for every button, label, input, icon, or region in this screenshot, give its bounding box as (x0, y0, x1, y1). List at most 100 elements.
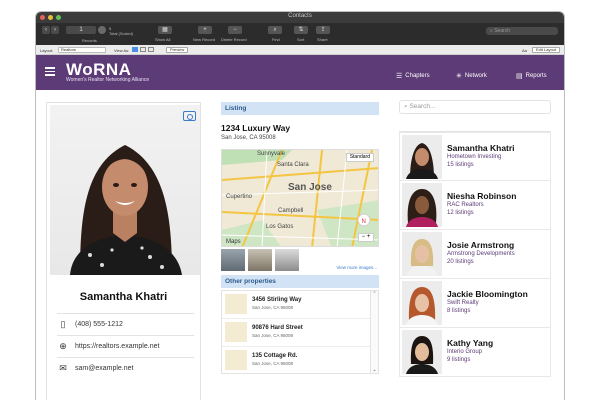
nav-network[interactable]: ✳ Network (456, 72, 487, 80)
view-more-images-link[interactable]: View more images... (336, 265, 377, 270)
list-item[interactable]: Josie Armstrong Armstrong Developments 2… (399, 230, 551, 279)
toolbar: ‹ › 1 5 Total (Sorted) Records ▦ Show Al… (36, 23, 564, 45)
people-list: Samantha Khatri Hometown Investing 15 li… (399, 131, 551, 377)
other-properties-list: 3456 Stirling Way San Jose, CA 95008 908… (221, 290, 379, 374)
record-number-field[interactable]: 1 (66, 26, 96, 34)
window-title: Contacts (288, 13, 312, 19)
phone-value: (408) 555-1212 (75, 321, 123, 328)
avatar (402, 183, 442, 227)
share-label: Share (317, 37, 328, 42)
person-listings: 9 listings (447, 357, 471, 363)
profile-name: Samantha Khatri (79, 291, 168, 303)
thumbnail-image[interactable] (248, 249, 272, 271)
email-row[interactable]: ✉ sam@example.net (57, 357, 194, 379)
layout-select[interactable]: Realtors (58, 47, 106, 53)
person-listings: 15 listings (447, 162, 474, 168)
property-map-thumbnail (225, 294, 247, 314)
app-header: WoRNA Women's Realtor Networking Allianc… (36, 55, 564, 90)
map-type-select[interactable]: Standard (345, 153, 374, 162)
records-pie-icon (98, 26, 106, 34)
layout-label: Layout: (40, 48, 54, 53)
list-item[interactable]: 90876 Hard Street San Jose, CA 95008 (222, 319, 378, 347)
find-label: Find (272, 37, 280, 42)
delete-record-label: Delete Record (221, 37, 247, 42)
listing-panel: Listing 1234 Luxury Way San Jose, CA 950… (221, 102, 379, 374)
other-properties-header: Other properties (221, 275, 379, 288)
email-value: sam@example.net (75, 365, 134, 372)
list-item[interactable]: Kathy Yang Interio Group 9 listings (399, 328, 551, 377)
person-name: Josie Armstrong (447, 240, 515, 250)
person-company: Interio Group (447, 349, 483, 355)
hamburger-menu-icon[interactable] (45, 67, 55, 78)
table-view-icon[interactable] (148, 47, 154, 52)
preview-button[interactable]: Preview (166, 47, 189, 53)
phone-row[interactable]: ▯ (408) 555-1212 (57, 313, 194, 335)
list-item[interactable]: 3456 Stirling Way San Jose, CA 95008 (222, 291, 378, 319)
edit-layout-button[interactable]: Edit Layout (532, 47, 561, 53)
camera-icon[interactable] (183, 111, 196, 121)
chevron-up-icon[interactable]: ⌃ (371, 291, 378, 297)
nav-reports[interactable]: ▤ Reports (516, 72, 547, 80)
globe-icon: ⊕ (59, 341, 67, 351)
form-view-icon[interactable] (132, 47, 138, 52)
list-item[interactable]: Samantha Khatri Hometown Investing 15 li… (399, 132, 551, 181)
map-label-santa-clara: Santa Clara (277, 162, 309, 168)
person-company: Armstrong Developments (447, 251, 515, 257)
chevron-down-icon[interactable]: ⌄ (371, 367, 378, 373)
layout-bar: Layout: Realtors View As: Preview Aa Edi… (36, 45, 564, 55)
list-icon: ☰ (396, 73, 403, 80)
map-label-sunnyvale: Sunnyvale (257, 151, 286, 157)
thumbnail-image[interactable] (221, 249, 245, 271)
text-format-button[interactable]: Aa (522, 48, 527, 53)
compass-icon: N (362, 219, 366, 225)
sort-button[interactable]: ⇅ (294, 26, 308, 34)
person-company: Hometown Investing (447, 154, 502, 160)
person-listings: 8 listings (447, 308, 471, 314)
app-window: Contacts ‹ › 1 5 Total (Sorted) Records … (36, 12, 564, 400)
next-record-button[interactable]: › (51, 26, 59, 34)
person-listings: 12 listings (447, 210, 474, 216)
portrait-image (70, 145, 182, 275)
person-name: Niesha Robinson (447, 191, 517, 201)
phone-icon: ▯ (60, 319, 66, 329)
people-search-input[interactable]: ⌕ Search... (399, 100, 551, 114)
person-company: RAC Realtors (447, 202, 484, 208)
person-name: Jackie Bloomington (447, 289, 528, 299)
website-row[interactable]: ⊕ https://realtors.example.net (57, 335, 194, 357)
person-name: Kathy Yang (447, 338, 494, 348)
toolbar-search-input[interactable]: ⌕ Search (486, 27, 558, 35)
find-button[interactable]: ⌕ (268, 26, 282, 34)
person-company: Swift Realty (447, 300, 479, 306)
mail-icon: ✉ (59, 363, 67, 373)
nav-chapters[interactable]: ☰ Chapters (396, 72, 430, 80)
share-button[interactable]: ⇪ (316, 26, 330, 34)
sort-label: Sort (297, 37, 305, 42)
avatar (402, 232, 442, 276)
view-as-label: View As: (114, 48, 130, 53)
delete-record-button[interactable]: − (228, 26, 242, 34)
show-all-label: Show All (155, 37, 171, 42)
listing-city: San Jose, CA 95008 (221, 135, 276, 141)
list-item[interactable]: Jackie Bloomington Swift Realty 8 listin… (399, 279, 551, 328)
person-name: Samantha Khatri (447, 143, 515, 153)
map-label-maps: Maps (226, 239, 241, 245)
new-record-label: New Record (193, 37, 216, 42)
list-item[interactable]: 135 Cottage Rd. San Jose, CA 95008 (222, 347, 378, 375)
report-icon: ▤ (516, 73, 523, 80)
avatar (402, 281, 442, 325)
new-record-button[interactable]: + (198, 26, 212, 34)
show-all-button[interactable]: ▦ (158, 26, 172, 34)
avatar (402, 135, 442, 179)
main-content: Samantha Khatri ▯ (408) 555-1212 ⊕ https… (36, 90, 564, 400)
map-label-san-jose: San Jose (288, 182, 332, 193)
list-scrollbar[interactable]: ⌃ ⌄ (370, 291, 378, 373)
list-view-icon[interactable] (140, 47, 146, 52)
listing-map[interactable]: Sunnyvale Santa Clara San Jose Cupertino… (221, 149, 379, 247)
previous-record-button[interactable]: ‹ (42, 26, 50, 34)
map-zoom-control[interactable]: − + (358, 233, 374, 242)
profile-photo (50, 105, 200, 275)
list-item[interactable]: Niesha Robinson RAC Realtors 12 listings (399, 181, 551, 230)
thumbnail-image[interactable] (275, 249, 299, 271)
tagline: Women's Realtor Networking Alliance (66, 77, 150, 83)
title-bar: Contacts (36, 12, 564, 23)
